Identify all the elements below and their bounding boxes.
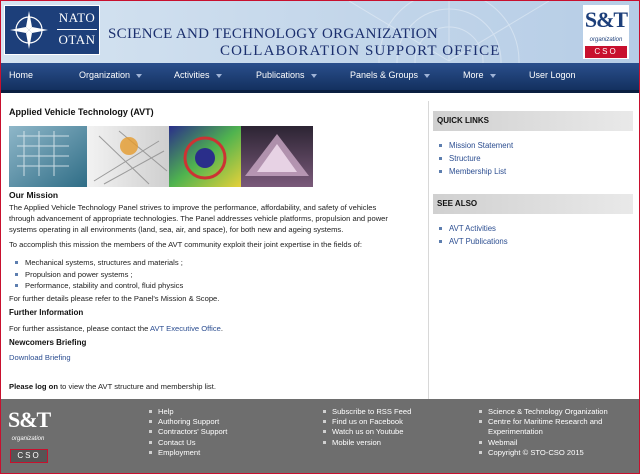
main-area: Applied Vehicle Technology (AVT) Our Mis…	[1, 93, 639, 399]
footer-link-cmre-cont[interactable]: Experimentation	[479, 427, 608, 437]
footer-link-rss[interactable]: Subscribe to RSS Feed	[323, 407, 411, 417]
footer-col-org: Science & Technology Organization Centre…	[479, 407, 608, 458]
avt-executive-office-link[interactable]: AVT Executive Office	[150, 324, 221, 333]
footer-link-mobile[interactable]: Mobile version	[323, 438, 411, 448]
quick-link-mission-statement[interactable]: Mission Statement	[439, 141, 513, 150]
footer-link-employment[interactable]: Employment	[149, 448, 227, 458]
nav-label: More	[463, 70, 484, 80]
nav-label: Panels & Groups	[350, 70, 419, 80]
sto-logo-org: organization	[589, 37, 623, 43]
nav-label: User Logon	[529, 70, 576, 80]
footer-col-support: Help Authoring Support Contractors' Supp…	[149, 407, 227, 458]
nav-item-more[interactable]: More	[463, 63, 496, 90]
footer-link-contact-us[interactable]: Contact Us	[149, 438, 227, 448]
mission-text: systems operating in all environments (l…	[9, 225, 344, 234]
mission-text: The Applied Vehicle Technology Panel str…	[9, 203, 377, 212]
nav-label: Organization	[79, 70, 131, 80]
page-title: Applied Vehicle Technology (AVT)	[9, 107, 154, 117]
login-rest: to view the AVT structure and membership…	[57, 382, 216, 391]
footer-logo[interactable]: S&T organization CSO	[8, 404, 51, 464]
further-info-heading: Further Information	[9, 308, 84, 317]
assistance-suffix: .	[220, 324, 224, 333]
sto-logo[interactable]: S&T organization CSO	[583, 5, 629, 59]
assistance-prefix: For further assistance, please contact t…	[9, 324, 150, 333]
sto-logo-cso: CSO	[585, 46, 627, 58]
chevron-down-icon	[136, 73, 143, 78]
footer-logo-cso: CSO	[10, 449, 48, 463]
mission-text: through advancement of appropriate techn…	[9, 214, 388, 223]
column-divider	[428, 101, 429, 399]
org-subtitle: COLLABORATION SUPPORT OFFICE	[220, 43, 501, 59]
nato-separator	[57, 29, 97, 30]
chevron-down-icon	[424, 73, 431, 78]
nato-logo[interactable]: NATO OTAN	[4, 5, 100, 55]
nav-item-publications[interactable]: Publications	[256, 63, 317, 90]
list-item: Mechanical systems, structures and mater…	[15, 257, 183, 269]
nav-item-user-logon[interactable]: User Logon	[529, 63, 576, 90]
quick-links-heading: QUICK LINKS	[433, 111, 633, 131]
list-item: Propulsion and power systems ;	[15, 269, 183, 281]
details-text: For further details please refer to the …	[9, 294, 220, 303]
footer-link-cmre-cont-text: Experimentation	[488, 427, 543, 437]
quick-link-membership-list[interactable]: Membership List	[439, 167, 506, 176]
nav-item-panels-groups[interactable]: Panels & Groups	[350, 63, 431, 90]
avt-banner-image	[9, 126, 313, 187]
login-text: Please log on to view the AVT structure …	[9, 381, 216, 392]
download-briefing-link[interactable]: Download Briefing	[9, 352, 71, 363]
nav-label: Publications	[256, 70, 305, 80]
quick-link-structure[interactable]: Structure	[439, 154, 481, 163]
site-footer: S&T organization CSO Help Authoring Supp…	[1, 399, 639, 473]
nav-item-activities[interactable]: Activities	[174, 63, 222, 90]
footer-link-authoring-support[interactable]: Authoring Support	[149, 417, 227, 427]
fields-list: Mechanical systems, structures and mater…	[15, 257, 183, 292]
footer-link-cmre[interactable]: Centre for Maritime Research and	[479, 417, 608, 427]
mission-fields-intro: To accomplish this mission the members o…	[9, 240, 362, 249]
see-also-avt-publications[interactable]: AVT Publications	[439, 237, 508, 246]
assistance-text: For further assistance, please contact t…	[9, 323, 223, 334]
footer-logo-mark: S&T	[8, 407, 51, 432]
footer-link-help[interactable]: Help	[149, 407, 227, 417]
newcomers-heading: Newcomers Briefing	[9, 338, 87, 347]
chevron-down-icon	[489, 73, 496, 78]
list-item: Performance, stability and control, flui…	[15, 280, 183, 292]
sto-logo-mark: S&T	[584, 7, 628, 32]
footer-col-social: Subscribe to RSS Feed Find us on Faceboo…	[323, 407, 411, 448]
footer-link-facebook[interactable]: Find us on Facebook	[323, 417, 411, 427]
nato-text: NATO	[58, 10, 96, 25]
chevron-down-icon	[310, 73, 317, 78]
see-also-heading: SEE ALSO	[433, 194, 633, 214]
nav-label: Activities	[174, 70, 210, 80]
org-title: SCIENCE AND TECHNOLOGY ORGANIZATION	[108, 26, 439, 42]
mission-heading: Our Mission	[9, 190, 59, 200]
footer-logo-org: organization	[11, 436, 45, 442]
footer-link-youtube[interactable]: Watch us on Youtube	[323, 427, 411, 437]
nav-item-home[interactable]: Home	[9, 63, 33, 90]
otan-text: OTAN	[58, 32, 96, 47]
footer-copyright: Copyright © STO-CSO 2015	[479, 448, 608, 458]
see-also-avt-activities[interactable]: AVT Activities	[439, 224, 496, 233]
nav-item-organization[interactable]: Organization	[79, 63, 143, 90]
nato-compass-star-icon	[10, 11, 48, 49]
page-frame: NATO OTAN SCIENCE AND TECHNOLOGY ORGANIZ…	[0, 0, 640, 474]
site-header: NATO OTAN SCIENCE AND TECHNOLOGY ORGANIZ…	[1, 1, 639, 63]
footer-link-webmail[interactable]: Webmail	[479, 438, 608, 448]
chevron-down-icon	[215, 73, 222, 78]
main-nav: Home Organization Activities Publication…	[1, 63, 639, 93]
footer-link-contractors-support[interactable]: Contractors' Support	[149, 427, 227, 437]
footer-link-sto[interactable]: Science & Technology Organization	[479, 407, 608, 417]
log-on-link[interactable]: Please log on	[9, 382, 58, 391]
nav-label: Home	[9, 70, 34, 80]
